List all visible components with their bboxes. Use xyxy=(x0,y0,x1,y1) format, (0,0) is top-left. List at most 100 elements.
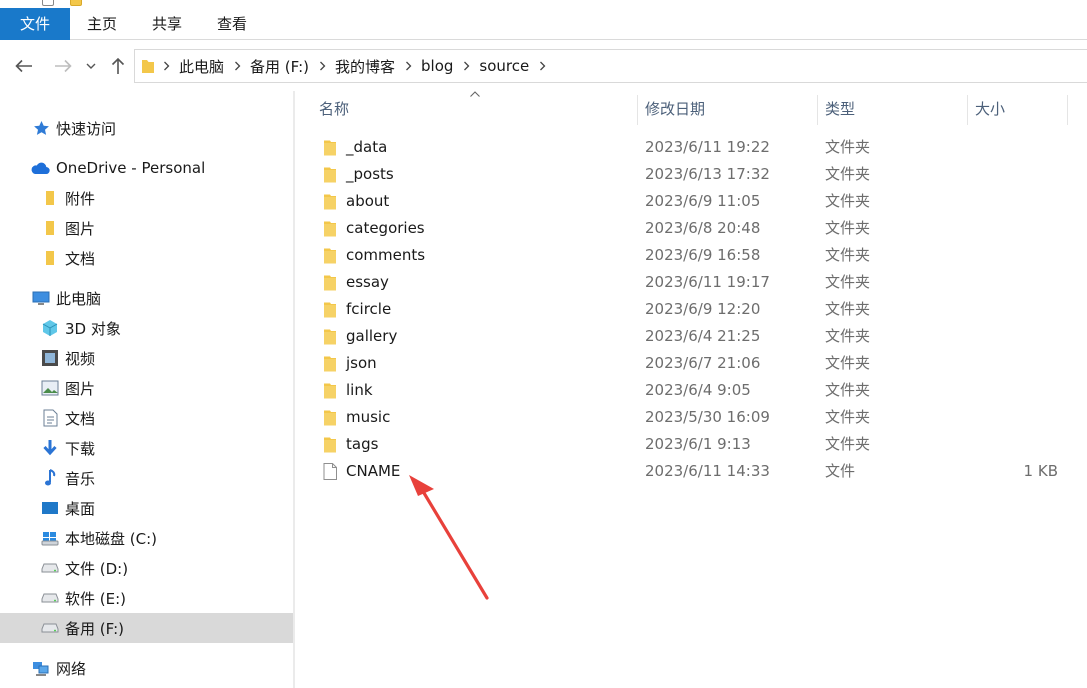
file-modified-date: 2023/6/11 19:22 xyxy=(645,138,770,156)
folder-icon xyxy=(142,60,154,73)
file-type: 文件夹 xyxy=(825,138,871,156)
sidebar-item-documents[interactable]: 文档 xyxy=(0,403,293,433)
file-icon xyxy=(323,463,337,480)
chevron-right-icon[interactable] xyxy=(155,61,177,71)
breadcrumb-drive-f[interactable]: 备用 (F:) xyxy=(248,56,311,77)
arrow-left-icon xyxy=(15,59,32,73)
file-row[interactable]: tags 2023/6/1 9:13 文件夹 xyxy=(296,431,1087,458)
folder-icon xyxy=(324,356,336,372)
computer-icon xyxy=(32,289,50,307)
tab-view[interactable]: 查看 xyxy=(206,8,258,40)
sidebar-item-label: 桌面 xyxy=(65,499,96,518)
file-type: 文件 xyxy=(825,462,856,480)
file-row[interactable]: CNAME 2023/6/11 14:33 文件 1 KB xyxy=(296,458,1087,485)
file-type: 文件夹 xyxy=(825,408,871,426)
file-name: essay xyxy=(346,273,389,291)
address-bar[interactable]: 此电脑 备用 (F:) 我的博客 blog source xyxy=(134,49,1087,83)
file-modified-date: 2023/6/13 17:32 xyxy=(645,165,770,183)
file-list: 名称 修改日期 类型 大小 _data 2023/6/11 19:22 文件夹 _po… xyxy=(296,91,1087,688)
up-button[interactable] xyxy=(105,51,131,81)
column-divider[interactable] xyxy=(637,95,638,125)
file-row[interactable]: _data 2023/6/11 19:22 文件夹 xyxy=(296,134,1087,161)
navigation-pane: 快速访问 OneDrive - Personal 附件 图片 文档 此电脑 3D… xyxy=(0,91,294,688)
column-divider[interactable] xyxy=(817,95,818,125)
file-row[interactable]: json 2023/6/7 21:06 文件夹 xyxy=(296,350,1087,377)
file-type: 文件夹 xyxy=(825,219,871,237)
chevron-right-icon[interactable] xyxy=(455,61,477,71)
folder-icon xyxy=(324,329,336,345)
sidebar-item-drive-c[interactable]: 本地磁盘 (C:) xyxy=(0,523,293,553)
breadcrumb-my-blog[interactable]: 我的博客 xyxy=(333,56,397,77)
file-modified-date: 2023/6/8 20:48 xyxy=(645,219,761,237)
recent-locations-button[interactable] xyxy=(81,51,101,81)
folder-icon xyxy=(324,410,336,426)
column-header-type[interactable]: 类型 xyxy=(825,91,855,127)
sidebar-item-drive-e[interactable]: 软件 (E:) xyxy=(0,583,293,613)
sidebar-item-label: 附件 xyxy=(65,189,96,208)
pane-divider[interactable] xyxy=(293,91,295,688)
file-row[interactable]: music 2023/5/30 16:09 文件夹 xyxy=(296,404,1087,431)
breadcrumb-this-pc[interactable]: 此电脑 xyxy=(177,56,226,77)
folder-icon xyxy=(324,167,336,183)
cube-icon xyxy=(41,319,59,337)
file-row[interactable]: essay 2023/6/11 19:17 文件夹 xyxy=(296,269,1087,296)
chevron-right-icon[interactable] xyxy=(311,61,333,71)
column-header-date[interactable]: 修改日期 xyxy=(645,91,705,127)
file-row[interactable]: gallery 2023/6/4 21:25 文件夹 xyxy=(296,323,1087,350)
chevron-down-icon xyxy=(86,63,96,69)
column-divider[interactable] xyxy=(1067,95,1068,125)
file-row[interactable]: categories 2023/6/8 20:48 文件夹 xyxy=(296,215,1087,242)
sidebar-item-attachments[interactable]: 附件 xyxy=(0,183,293,213)
column-header-name[interactable]: 名称 xyxy=(319,91,349,127)
folder-icon xyxy=(324,140,336,156)
tab-share[interactable]: 共享 xyxy=(141,8,193,40)
sidebar-item-desktop[interactable]: 桌面 xyxy=(0,493,293,523)
column-divider[interactable] xyxy=(967,95,968,125)
sidebar-item-videos[interactable]: 视频 xyxy=(0,343,293,373)
sidebar-item-pictures[interactable]: 图片 xyxy=(0,373,293,403)
sidebar-item-label: 此电脑 xyxy=(56,289,102,308)
file-name: about xyxy=(346,192,390,210)
file-modified-date: 2023/6/11 19:17 xyxy=(645,273,770,291)
chevron-right-icon[interactable] xyxy=(397,61,419,71)
file-row[interactable]: about 2023/6/9 11:05 文件夹 xyxy=(296,188,1087,215)
sidebar-item-quick-access[interactable]: 快速访问 xyxy=(0,113,293,143)
file-type: 文件夹 xyxy=(825,192,871,210)
drive-icon xyxy=(41,619,59,637)
tab-file[interactable]: 文件 xyxy=(0,8,70,40)
sidebar-item-onedrive-documents[interactable]: 文档 xyxy=(0,243,293,273)
sidebar-item-label: 音乐 xyxy=(65,469,96,488)
sidebar-item-this-pc[interactable]: 此电脑 xyxy=(0,283,293,313)
tab-home[interactable]: 主页 xyxy=(76,8,128,40)
column-header-size[interactable]: 大小 xyxy=(975,91,1005,127)
chevron-right-icon[interactable] xyxy=(226,61,248,71)
folder-icon xyxy=(324,221,336,237)
arrow-up-icon xyxy=(111,57,125,74)
file-row[interactable]: _posts 2023/6/13 17:32 文件夹 xyxy=(296,161,1087,188)
forward-button[interactable] xyxy=(50,51,76,81)
sidebar-item-3d-objects[interactable]: 3D 对象 xyxy=(0,313,293,343)
sort-ascending-icon xyxy=(470,91,480,97)
file-row[interactable]: link 2023/6/4 9:05 文件夹 xyxy=(296,377,1087,404)
sidebar-item-onedrive-pictures[interactable]: 图片 xyxy=(0,213,293,243)
chevron-right-icon[interactable] xyxy=(531,61,553,71)
quick-access-toolbar-icon[interactable] xyxy=(42,0,54,6)
sidebar-item-onedrive[interactable]: OneDrive - Personal xyxy=(0,153,293,183)
sidebar-item-network[interactable]: 网络 xyxy=(0,653,293,683)
file-type: 文件夹 xyxy=(825,300,871,318)
star-icon xyxy=(32,119,50,137)
folder-icon xyxy=(41,249,59,267)
file-name: tags xyxy=(346,435,379,453)
sidebar-item-downloads[interactable]: 下载 xyxy=(0,433,293,463)
sidebar-item-label: 视频 xyxy=(65,349,96,368)
file-row[interactable]: comments 2023/6/9 16:58 文件夹 xyxy=(296,242,1087,269)
file-row[interactable]: fcircle 2023/6/9 12:20 文件夹 xyxy=(296,296,1087,323)
sidebar-item-music[interactable]: 音乐 xyxy=(0,463,293,493)
sidebar-item-drive-f[interactable]: 备用 (F:) xyxy=(0,613,293,643)
sidebar-item-drive-d[interactable]: 文件 (D:) xyxy=(0,553,293,583)
file-type: 文件夹 xyxy=(825,165,871,183)
back-button[interactable] xyxy=(11,51,37,81)
breadcrumb-source[interactable]: source xyxy=(477,57,531,75)
breadcrumb-blog[interactable]: blog xyxy=(419,57,455,75)
file-name: comments xyxy=(346,246,426,264)
